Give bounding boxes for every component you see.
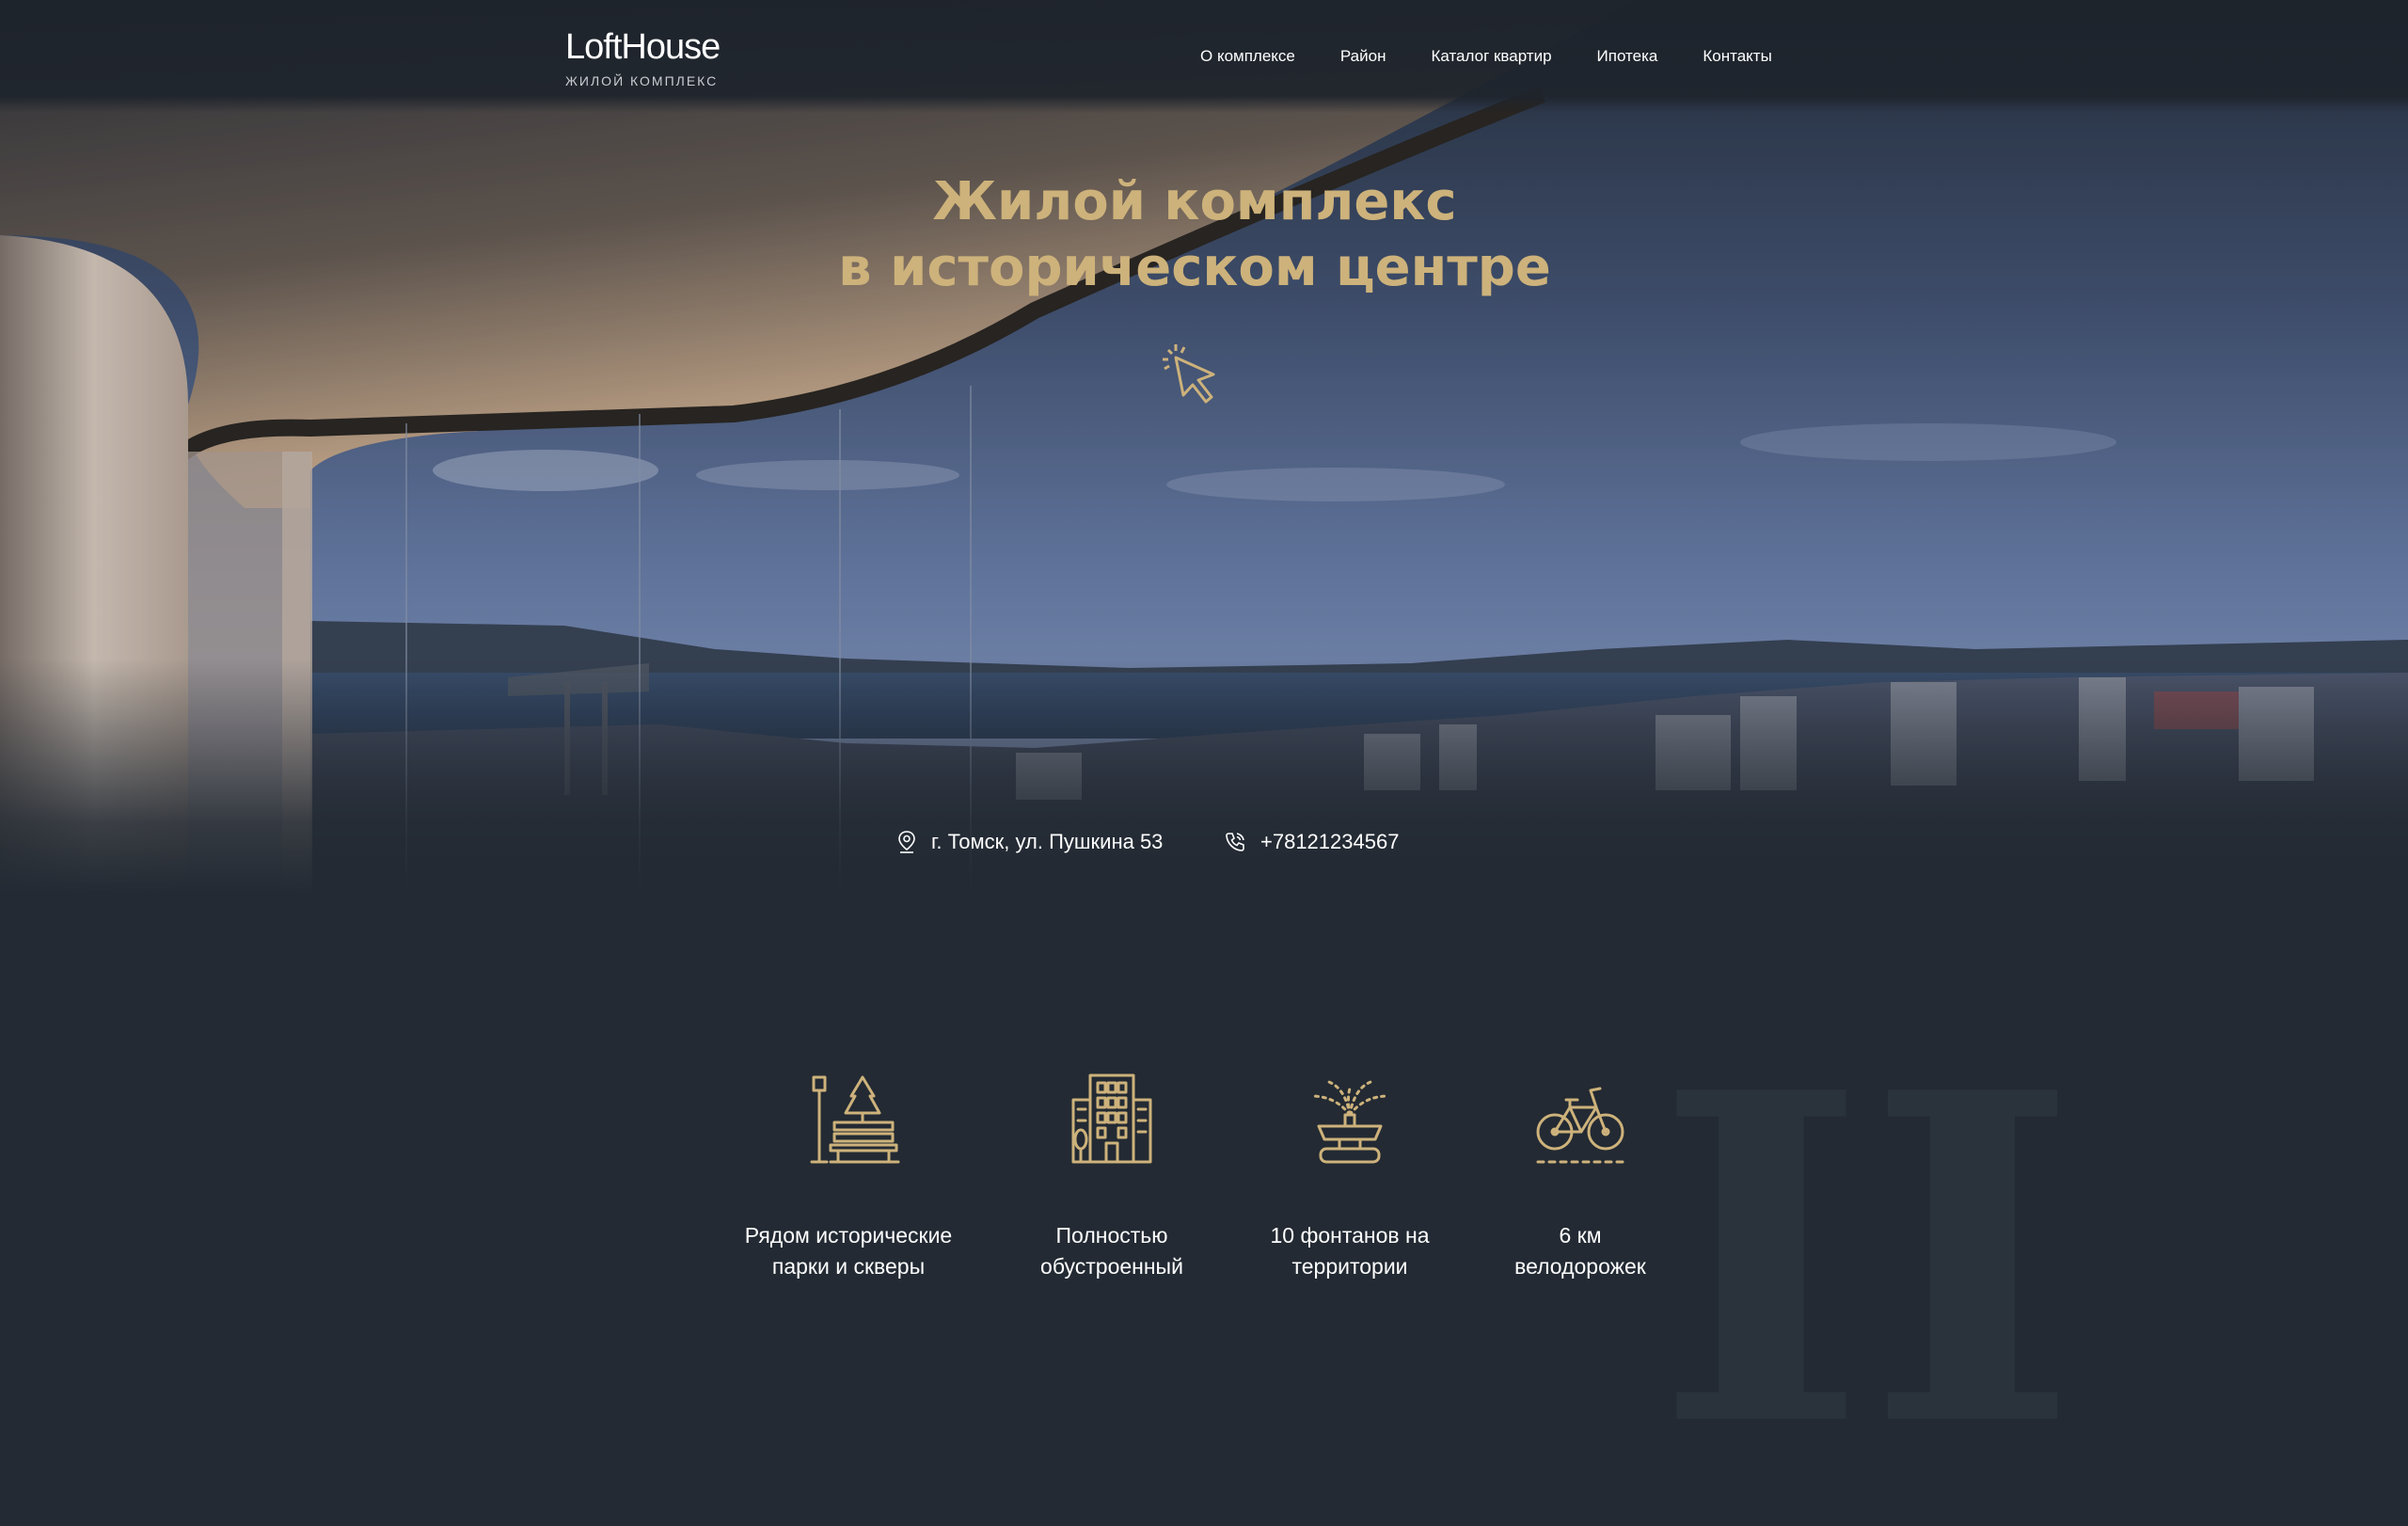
feature-label-line2: обустроенный bbox=[1040, 1254, 1183, 1279]
decorative-watermark: II bbox=[1656, 995, 2079, 1526]
phone-icon bbox=[1225, 832, 1245, 852]
feature-label-line1: 10 фонтанов на bbox=[1270, 1223, 1430, 1248]
main-nav: О комплексе Район Каталог квартир Ипотек… bbox=[1200, 47, 1772, 66]
hero-title-line1: Жилой комплекс bbox=[932, 171, 1457, 232]
park-bench-icon bbox=[810, 1075, 900, 1164]
feature-label-line2: велодорожек bbox=[1514, 1254, 1646, 1279]
feature-item-building: Полностью обустроенный bbox=[980, 1068, 1244, 1282]
hero-fade-overlay bbox=[0, 659, 2408, 894]
logo-subtitle: ЖИЛОЙ КОМПЛЕКС bbox=[565, 73, 719, 88]
location-pin-icon bbox=[897, 831, 916, 853]
nav-item-catalog[interactable]: Каталог квартир bbox=[1431, 47, 1551, 66]
address-contact: г. Томск, ул. Пушкина 53 bbox=[897, 830, 1163, 854]
bicycle-icon bbox=[1536, 1087, 1624, 1164]
phone-contact[interactable]: +78121234567 bbox=[1225, 830, 1399, 854]
nav-item-about[interactable]: О комплексе bbox=[1200, 47, 1295, 66]
feature-label-line1: Полностью bbox=[1055, 1223, 1168, 1248]
feature-label-line1: 6 км bbox=[1559, 1223, 1602, 1248]
nav-item-mortgage[interactable]: Ипотека bbox=[1597, 47, 1658, 66]
cursor-click-icon bbox=[1159, 342, 1227, 415]
nav-item-district[interactable]: Район bbox=[1340, 47, 1386, 66]
feature-item-bike-paths: 6 км велодорожек bbox=[1449, 1068, 1712, 1282]
building-icon bbox=[1071, 1073, 1152, 1164]
fountain-icon bbox=[1309, 1079, 1390, 1164]
hero-section bbox=[0, 0, 2408, 894]
feature-label-line2: территории bbox=[1291, 1254, 1408, 1279]
logo[interactable]: LoftHouse ЖИЛОЙ КОМПЛЕКС bbox=[565, 26, 721, 88]
feature-item-fountains: 10 фонтанов на территории bbox=[1218, 1068, 1481, 1282]
phone-text[interactable]: +78121234567 bbox=[1260, 830, 1399, 854]
nav-item-contacts[interactable]: Контакты bbox=[1703, 47, 1771, 66]
hero-title-line2: в историческом центре bbox=[838, 237, 1551, 298]
address-text: г. Томск, ул. Пушкина 53 bbox=[931, 830, 1164, 853]
hero-title: Жилой комплекс в историческом центре bbox=[0, 169, 2389, 301]
feature-label-line2: парки и скверы bbox=[771, 1254, 926, 1279]
feature-item-parks: Рядом исторические парки и скверы bbox=[717, 1068, 980, 1282]
logo-name: LoftHouse bbox=[565, 27, 721, 67]
feature-label-line1: Рядом исторические bbox=[744, 1223, 953, 1248]
